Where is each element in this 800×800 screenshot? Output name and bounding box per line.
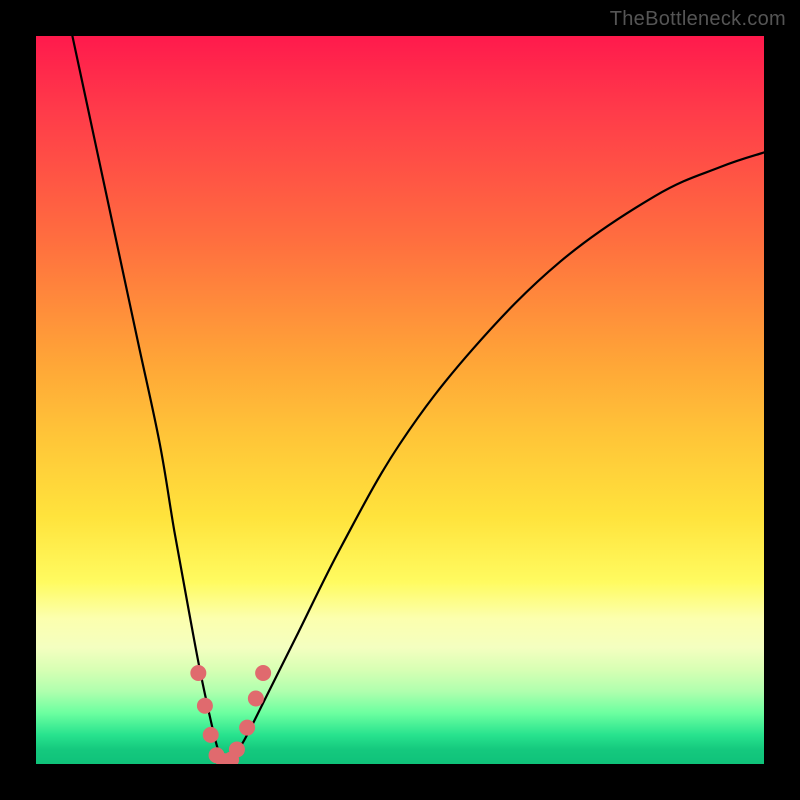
- chart-frame: TheBottleneck.com: [0, 0, 800, 800]
- curve-marker: [229, 741, 245, 757]
- curve-marker: [197, 698, 213, 714]
- bottleneck-curve: [72, 36, 764, 762]
- curve-marker: [239, 720, 255, 736]
- curve-marker: [190, 665, 206, 681]
- curve-markers: [190, 665, 271, 764]
- curve-marker: [255, 665, 271, 681]
- watermark-text: TheBottleneck.com: [610, 8, 786, 31]
- chart-svg: [36, 36, 764, 764]
- curve-marker: [248, 690, 264, 706]
- curve-marker: [203, 727, 219, 743]
- plot-area: [36, 36, 764, 764]
